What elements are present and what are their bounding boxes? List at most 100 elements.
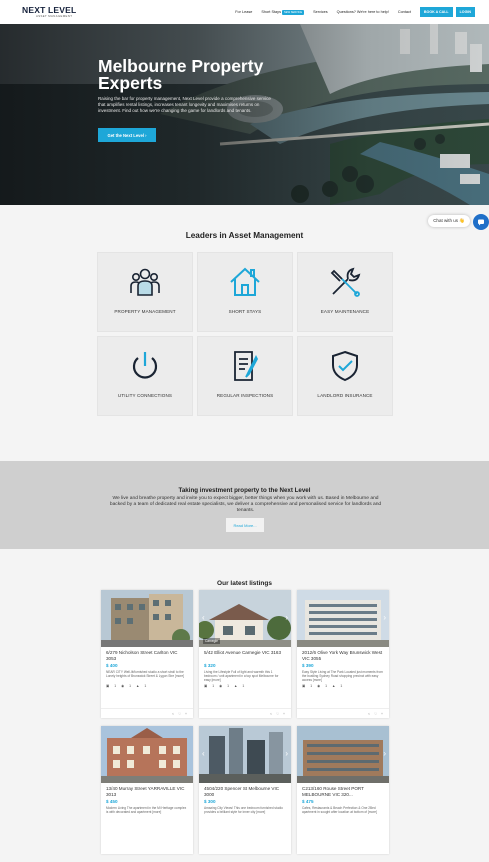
bath-count: 1 — [129, 684, 131, 688]
plus-icon[interactable]: + — [381, 712, 383, 716]
listing-address: 6/279 Nicholson Street Carlton VIC 3053 — [106, 650, 178, 661]
hero-section: Melbourne Property Experts Raising the b… — [0, 24, 489, 205]
listing-features: ▣ 1 ◉ 1 ▲ 1 — [101, 682, 193, 690]
service-label: EASY MAINTENANCE — [320, 309, 370, 314]
hero-overlay — [0, 24, 489, 205]
share-icon[interactable]: < — [172, 712, 174, 716]
listing-description: Amazing City Views! This one bedroom fur… — [204, 806, 283, 814]
bath-icon: ◉ — [219, 684, 223, 688]
listings-grid: 6/279 Nicholson Street Carlton VIC 3053 … — [101, 590, 391, 862]
listing-photo: ‹ › — [199, 726, 291, 783]
listing-footer: < ♡ + — [101, 708, 193, 718]
chat-button[interactable] — [473, 214, 489, 230]
hero-cta-button[interactable]: Get the Next Level › — [98, 128, 156, 142]
document-icon — [234, 351, 259, 381]
service-card-landlord-insurance[interactable]: LANDLORD INSURANCE — [297, 336, 393, 416]
listing-description: Modern Living The apartment in the Mi He… — [106, 806, 187, 814]
listing-photo: › — [297, 726, 389, 783]
listing-card[interactable]: › 2012/6 Olive York Way Brunswick West V… — [297, 590, 389, 718]
house-icon — [230, 267, 260, 296]
listings-title: Our latest listings — [217, 580, 272, 587]
listing-features: ▣ 1 ◉ 1 ▲ 1 — [297, 682, 389, 690]
listing-footer: < ♡ + — [199, 708, 291, 718]
login-button[interactable]: LOGIN — [455, 7, 475, 17]
bed-count: 1 — [114, 684, 117, 688]
listing-card[interactable]: ‹ › 4504/220 Spencer St Melbourne VIC 30… — [199, 726, 291, 854]
car-count: 1 — [340, 684, 343, 688]
bed-icon: ▣ — [204, 684, 208, 688]
listing-description: Easy Style Living at The Park Located ju… — [302, 670, 383, 682]
services-grid: PROPERTY MANAGEMENT SHORT STAYS EASY MAI… — [97, 252, 393, 416]
services-title: Leaders in Asset Management — [185, 231, 304, 240]
bed-icon: ▣ — [106, 684, 110, 688]
service-label: SHORT STAYS — [228, 309, 262, 314]
listing-footer: < ♡ + — [297, 708, 389, 718]
heart-icon[interactable]: ♡ — [276, 712, 279, 716]
bed-count: 1 — [310, 684, 313, 688]
next-arrow-icon[interactable]: › — [285, 614, 288, 622]
people-icon — [130, 268, 160, 296]
share-icon[interactable]: < — [270, 712, 272, 716]
chat-bubble[interactable]: Chat with us 👋 — [428, 215, 470, 227]
power-icon — [132, 352, 158, 379]
next-arrow-icon[interactable]: › — [285, 750, 288, 758]
heart-icon[interactable]: ♡ — [178, 712, 181, 716]
site-header: NEXT LEVEL ASSET MANAGEMENT For Lease Sh… — [0, 0, 489, 24]
car-icon: ▲ — [331, 684, 336, 688]
listing-features: ▣ 1 ◉ 1 ▲ 1 — [199, 682, 291, 690]
car-count: 1 — [242, 684, 245, 688]
tools-icon — [330, 267, 361, 297]
car-icon: ▲ — [135, 684, 140, 688]
service-card-easy-maintenance[interactable]: EASY MAINTENANCE — [297, 252, 393, 332]
listing-photo — [101, 726, 193, 783]
nav-contact[interactable]: Contact — [398, 10, 411, 14]
plus-icon[interactable]: + — [283, 712, 285, 716]
bath-count: 1 — [325, 684, 327, 688]
listing-description: NEAR CITY Well-lit/furnished studio a sh… — [106, 670, 185, 678]
hero-title: Melbourne Property Experts — [98, 56, 264, 93]
listing-card[interactable]: 13/40 Murray Street YARRAVILLE VIC 3013 … — [101, 726, 193, 854]
service-card-regular-inspections[interactable]: REGULAR INSPECTIONS — [197, 336, 293, 416]
listing-address: C213/160 Rouse Street PORT MELBOURNE VIC… — [302, 786, 364, 797]
listing-card[interactable]: Carnegie ‹ › 5/42 Elliot Avenue Carnegie… — [199, 590, 291, 718]
heart-icon[interactable]: ♡ — [374, 712, 377, 716]
listing-photo — [101, 590, 193, 647]
service-label: LANDLORD INSURANCE — [317, 393, 373, 398]
new-service-badge: NEW SERVICE — [281, 10, 305, 15]
listing-address: 5/42 Elliot Avenue Carnegie VIC 3163 — [204, 650, 282, 655]
logo[interactable]: NEXT LEVEL ASSET MANAGEMENT — [22, 6, 76, 18]
logo-main: NEXT LEVEL — [22, 4, 77, 15]
chat-icon — [478, 219, 484, 226]
service-card-short-stays[interactable]: SHORT STAYS — [197, 252, 293, 332]
listing-card[interactable]: 6/279 Nicholson Street Carlton VIC 3053 … — [101, 590, 193, 718]
listing-card[interactable]: › C213/160 Rouse Street PORT MELBOURNE V… — [297, 726, 389, 854]
next-arrow-icon[interactable]: › — [383, 750, 386, 758]
book-call-button[interactable]: BOOK A CALL — [419, 7, 453, 17]
location-tag: Carnegie — [203, 638, 220, 644]
next-arrow-icon[interactable]: › — [383, 614, 386, 622]
nav-for-lease[interactable]: For Lease — [235, 10, 252, 14]
service-label: REGULAR INSPECTIONS — [216, 393, 274, 398]
share-icon[interactable]: < — [368, 712, 370, 716]
logo-sub: ASSET MANAGEMENT — [36, 14, 73, 19]
service-label: UTILITY CONNECTIONS — [117, 393, 173, 398]
about-title: Taking investment property to the Next L… — [178, 487, 311, 494]
listing-address: 13/40 Murray Street YARRAVILLE VIC 3013 — [106, 786, 185, 797]
listing-photo: Carnegie ‹ › — [199, 590, 291, 647]
car-count: 1 — [144, 684, 147, 688]
nav-services[interactable]: Services — [313, 10, 328, 14]
bed-count: 1 — [212, 684, 215, 688]
main-nav: For Lease Short Stays NEW SERVICE Service… — [235, 7, 475, 17]
nav-short-stays[interactable]: Short Stays NEW SERVICE — [261, 10, 305, 15]
service-card-utility-connections[interactable]: UTILITY CONNECTIONS — [97, 336, 193, 416]
nav-questions[interactable]: Questions? We're here to help! — [337, 10, 389, 14]
bath-icon: ◉ — [317, 684, 321, 688]
bath-count: 1 — [227, 684, 229, 688]
service-card-property-management[interactable]: PROPERTY MANAGEMENT — [97, 252, 193, 332]
prev-arrow-icon[interactable]: ‹ — [202, 614, 205, 622]
read-more-button[interactable]: Read More... — [226, 518, 264, 532]
plus-icon[interactable]: + — [185, 712, 187, 716]
bath-icon: ◉ — [121, 684, 125, 688]
prev-arrow-icon[interactable]: ‹ — [202, 750, 205, 758]
listing-description: Living the Lifestyle Full of light and w… — [204, 670, 279, 682]
